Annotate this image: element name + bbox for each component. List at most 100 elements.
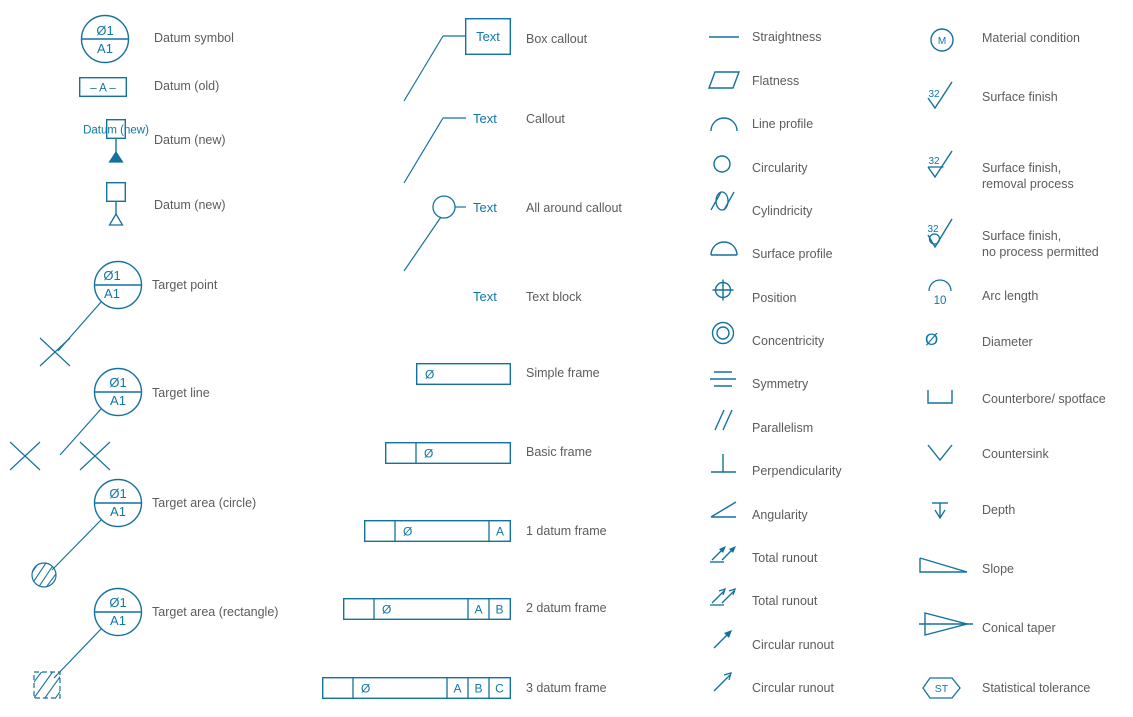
surface-finish-removal-icon: 32 — [920, 149, 962, 185]
basic-frame-cell-1: Ø — [424, 447, 433, 461]
datum-new-filled-icon: Datum (new) — [83, 118, 149, 163]
datum-new-open-icon — [104, 181, 128, 226]
label-parallelism: Parallelism — [752, 421, 814, 435]
circularity-icon — [708, 153, 740, 175]
target-line-top-value: Ø1 — [109, 375, 127, 390]
position-icon — [708, 278, 740, 302]
label-surface-profile: Surface profile — [752, 247, 833, 261]
straightness-icon — [708, 28, 740, 46]
callout-icon: Text — [400, 100, 512, 185]
surface-profile-icon — [708, 236, 740, 258]
label-symmetry: Symmetry — [752, 377, 809, 391]
label-straightness: Straightness — [752, 30, 822, 44]
target-area-rectangle-bottom-value: A1 — [110, 613, 126, 628]
label-surface-finish: Surface finish — [982, 90, 1058, 104]
label-concentricity: Concentricity — [752, 334, 825, 348]
all-around-callout-icon: Text — [400, 188, 512, 273]
concentricity-icon — [708, 320, 740, 346]
label-line-profile: Line profile — [752, 117, 814, 131]
label-all-around-callout: All around callout — [526, 201, 622, 215]
label-countersink: Countersink — [982, 447, 1049, 461]
three-datum-frame-cell-2: A — [453, 682, 461, 696]
three-datum-frame-cell-4: C — [495, 682, 504, 696]
label-datum-symbol: Datum symbol — [154, 31, 234, 45]
statistical-tolerance-icon: ST — [922, 676, 964, 700]
box-callout-value: Text — [476, 29, 500, 44]
label-slope: Slope — [982, 562, 1014, 576]
three-datum-frame-cell-3: B — [474, 682, 482, 696]
arc-length-icon: 10 — [925, 279, 959, 308]
basic-frame-icon: Ø — [384, 441, 511, 465]
target-line-bottom-value: A1 — [110, 393, 126, 408]
label-box-callout: Box callout — [526, 32, 588, 46]
total-runout-open-icon — [708, 583, 744, 609]
label-counterbore-spotface: Counterbore/ spotface — [982, 392, 1106, 406]
surface-finish-no-process-icon: 32 — [920, 217, 962, 255]
simple-frame-icon: Ø — [415, 362, 511, 386]
target-point-bottom-value: A1 — [104, 286, 120, 301]
label-arc-length: Arc length — [982, 289, 1039, 303]
datum-circle-top-value: Ø1 — [96, 23, 113, 38]
label-surface-finish-no-process: Surface finish, no process permitted — [982, 229, 1099, 259]
cylindricity-icon — [708, 188, 740, 214]
two-datum-frame-cell-1: Ø — [382, 603, 391, 617]
two-datum-frame-cell-2: A — [474, 603, 482, 617]
two-datum-frame-icon: Ø A B — [342, 597, 512, 621]
target-area-rectangle-top-value: Ø1 — [109, 595, 127, 610]
line-profile-icon — [708, 110, 740, 132]
three-datum-frame-cell-1: Ø — [361, 682, 370, 696]
label-target-area-circle: Target area (circle) — [152, 496, 257, 510]
label-angularity: Angularity — [752, 508, 808, 522]
label-target-point: Target point — [152, 278, 218, 292]
one-datum-frame-cell-2: A — [496, 525, 504, 539]
countersink-icon — [925, 443, 959, 463]
depth-icon — [925, 500, 959, 522]
label-basic-frame: Basic frame — [526, 445, 592, 459]
label-total-runout-open: Total runout — [752, 594, 818, 608]
datum-circle-icon: Ø1 A1 — [80, 14, 130, 64]
arc-length-value: 10 — [934, 295, 947, 307]
label-datum-new-open: Datum (new) — [154, 198, 226, 212]
label-text-block: Text block — [526, 290, 582, 304]
datum-old-box-icon: – A – — [78, 76, 127, 98]
box-callout-icon: Text — [400, 17, 512, 103]
label-target-area-rectangle: Target area (rectangle) — [152, 605, 279, 619]
statistical-tolerance-value: ST — [935, 683, 949, 695]
surface-finish-removal-value: 32 — [928, 156, 940, 167]
text-block-icon: Text — [473, 289, 497, 304]
label-callout: Callout — [526, 112, 565, 126]
material-condition-value: M — [938, 36, 946, 47]
one-datum-frame-icon: Ø A — [363, 519, 512, 543]
label-total-runout-filled: Total runout — [752, 551, 818, 565]
conical-taper-icon — [917, 608, 975, 640]
target-point-top-value: Ø1 — [103, 268, 121, 283]
flatness-icon — [707, 70, 741, 90]
label-conical-taper: Conical taper — [982, 621, 1056, 635]
label-one-datum-frame: 1 datum frame — [526, 524, 607, 538]
label-cylindricity: Cylindricity — [752, 204, 813, 218]
label-two-datum-frame: 2 datum frame — [526, 601, 607, 615]
perpendicularity-icon — [708, 452, 740, 476]
label-simple-frame: Simple frame — [526, 366, 600, 380]
label-flatness: Flatness — [752, 74, 800, 88]
label-perpendicularity: Perpendicularity — [752, 464, 842, 478]
label-circular-runout-open: Circular runout — [752, 681, 834, 695]
circular-runout-filled-icon — [708, 626, 744, 652]
symmetry-icon — [708, 368, 740, 390]
counterbore-spotface-icon — [925, 388, 959, 408]
target-area-circle-top-value: Ø1 — [109, 486, 127, 501]
label-circularity: Circularity — [752, 161, 808, 175]
surface-finish-icon: 32 — [920, 80, 962, 114]
datum-new-filled-value: Datum (new) — [83, 125, 149, 137]
one-datum-frame-cell-1: Ø — [403, 525, 412, 539]
label-datum-old: Datum (old) — [154, 79, 220, 93]
datum-old-value: – A – — [90, 83, 116, 95]
label-material-condition: Material condition — [982, 31, 1080, 45]
total-runout-filled-icon — [708, 540, 744, 566]
slope-icon — [917, 552, 972, 576]
all-around-callout-value: Text — [473, 200, 497, 215]
simple-frame-cell-0: Ø — [425, 368, 434, 382]
material-condition-icon: M — [928, 26, 956, 54]
text-block-value: Text — [473, 289, 497, 304]
label-statistical-tolerance: Statistical tolerance — [982, 681, 1091, 695]
